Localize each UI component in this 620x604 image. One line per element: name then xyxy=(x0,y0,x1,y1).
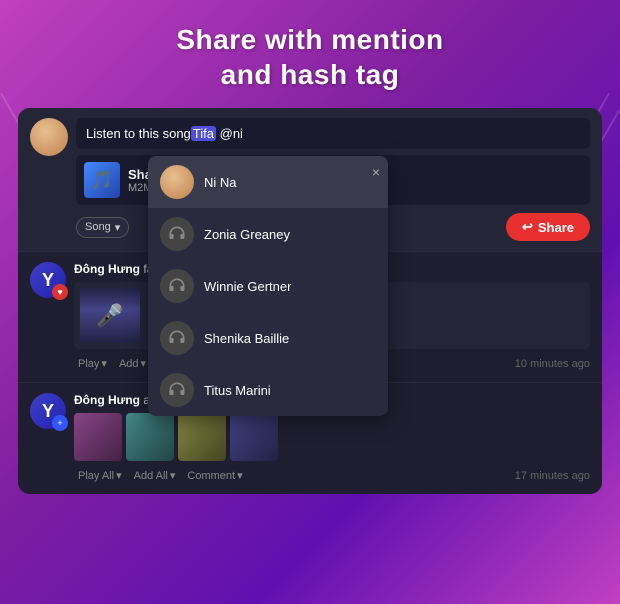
feed-heart-badge: ♥ xyxy=(52,284,68,300)
mention-query: @ni xyxy=(220,126,243,141)
mention-avatar-winnie xyxy=(160,269,194,303)
play-all-label: Play All xyxy=(78,470,114,482)
mention-name-titus: Titus Marini xyxy=(204,383,271,398)
comment-label-2: Comment xyxy=(187,470,235,482)
timestamp-1: 10 minutes ago xyxy=(515,358,590,370)
album-thumb-4 xyxy=(230,413,278,461)
share-button[interactable]: ↩ Share xyxy=(506,213,590,241)
mention-user-titus[interactable]: Titus Marini xyxy=(148,364,388,416)
mention-user-shenika[interactable]: Shenika Baillie xyxy=(148,312,388,364)
add-all-label: Add All xyxy=(134,470,168,482)
play-chevron-1: ▾ xyxy=(101,357,107,370)
feed-actions-2: Play All ▾ Add All ▾ Comment ▾ 17 minute… xyxy=(74,467,590,484)
mention-user-ni-na[interactable]: Ni Na xyxy=(148,156,388,208)
post-compose-area: Listen to this song Tifa @ni 🎵 Shape of … xyxy=(18,108,602,251)
song-badge-label: Song xyxy=(85,221,111,233)
headphone-icon-shenika xyxy=(167,328,187,348)
mention-avatar-shenika xyxy=(160,321,194,355)
song-type-badge[interactable]: Song ▾ xyxy=(76,217,129,238)
add-action-label-1: Add xyxy=(119,358,139,370)
play-action-btn-1[interactable]: Play ▾ xyxy=(74,355,111,372)
feed-avatar-1: Y ♥ xyxy=(30,262,66,298)
mention-avatar-zonia xyxy=(160,217,194,251)
app-frame: Listen to this song Tifa @ni 🎵 Shape of … xyxy=(18,108,602,494)
headphone-icon-zonia xyxy=(167,224,187,244)
comment-action-btn-2[interactable]: Comment ▾ xyxy=(183,467,246,484)
media-thumb-1: 🎤 xyxy=(80,288,140,343)
timestamp-2: 17 minutes ago xyxy=(515,470,590,482)
mention-dropdown: × Ni Na Zonia Greaney xyxy=(148,156,388,416)
song-thumb-icon: 🎵 xyxy=(91,170,113,191)
mention-user-zonia[interactable]: Zonia Greaney xyxy=(148,208,388,260)
compose-text-prefix: Listen to this song xyxy=(86,126,191,141)
album-row xyxy=(74,413,590,461)
play-all-chevron: ▾ xyxy=(116,469,122,482)
feed-username-2: Đông Hưng xyxy=(74,393,140,407)
add-action-btn-1[interactable]: Add ▾ xyxy=(115,355,150,372)
mention-avatar-titus xyxy=(160,373,194,407)
share-label: Share xyxy=(538,220,574,235)
album-thumb-1 xyxy=(74,413,122,461)
headphone-icon-titus xyxy=(167,380,187,400)
mention-name-winnie: Winnie Gertner xyxy=(204,279,291,294)
add-all-chevron: ▾ xyxy=(170,469,176,482)
feed-username-1: Đông Hưng xyxy=(74,262,140,276)
play-action-label-1: Play xyxy=(78,358,99,370)
feed-plus-badge: + xyxy=(52,415,68,431)
mention-highlight-tifa: Tifa xyxy=(191,126,216,141)
add-chevron-1: ▾ xyxy=(141,357,147,370)
mention-name-ni-na: Ni Na xyxy=(204,175,237,190)
song-thumbnail: 🎵 xyxy=(84,162,120,198)
headphone-icon-winnie xyxy=(167,276,187,296)
add-all-action-btn[interactable]: Add All ▾ xyxy=(130,467,180,484)
mention-name-zonia: Zonia Greaney xyxy=(204,227,290,242)
comment-chevron-2: ▾ xyxy=(237,469,243,482)
feed-avatar-2: Y + xyxy=(30,393,66,429)
page-title: Share with mentionand hash tag xyxy=(0,0,620,108)
share-arrow-icon: ↩ xyxy=(522,219,533,235)
mention-name-shenika: Shenika Baillie xyxy=(204,331,289,346)
britney-image: 🎤 xyxy=(80,288,140,343)
album-thumb-3 xyxy=(178,413,226,461)
mention-avatar-ni-na xyxy=(160,165,194,199)
compose-input-display[interactable]: Listen to this song Tifa @ni xyxy=(76,118,590,149)
play-all-action-btn[interactable]: Play All ▾ xyxy=(74,467,126,484)
user-avatar xyxy=(30,118,68,156)
dropdown-close-button[interactable]: × xyxy=(372,164,380,180)
song-badge-chevron: ▾ xyxy=(115,221,121,234)
album-thumb-2 xyxy=(126,413,174,461)
mention-user-winnie[interactable]: Winnie Gertner xyxy=(148,260,388,312)
